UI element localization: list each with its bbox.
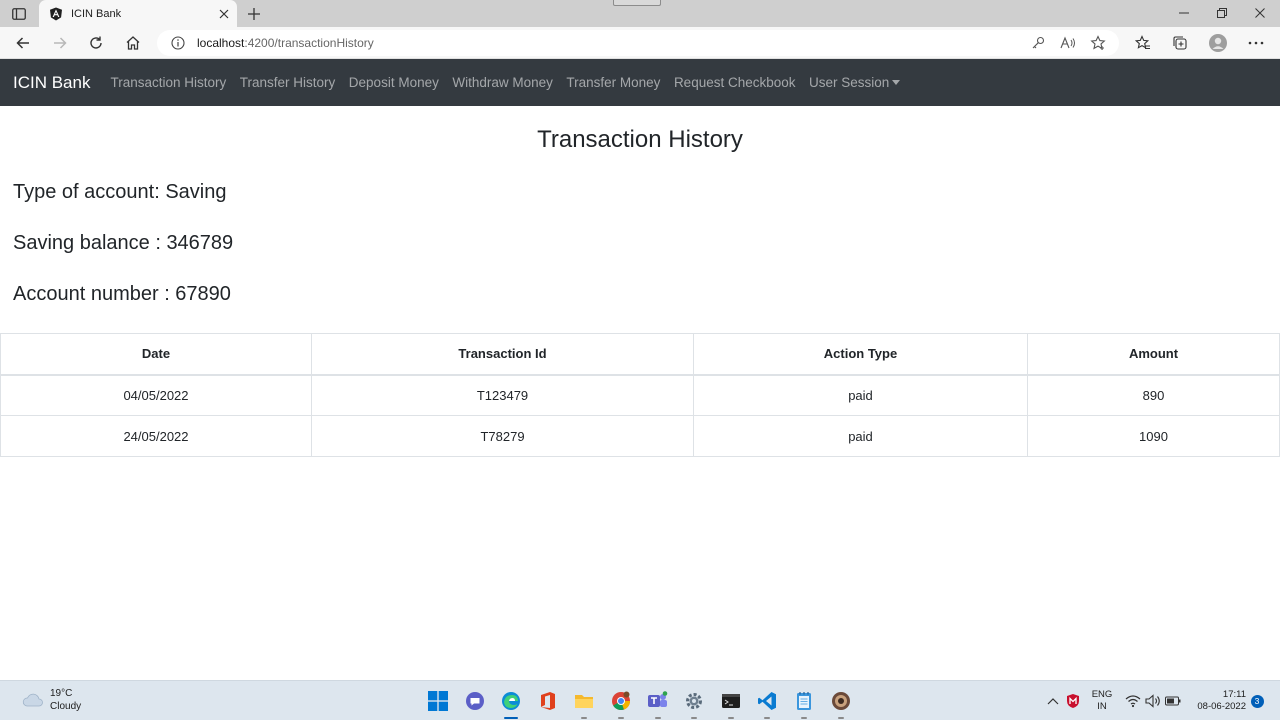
profile-avatar[interactable]: [1208, 33, 1228, 53]
clock[interactable]: 17:11 08-06-2022: [1186, 681, 1246, 720]
notepad-icon[interactable]: [792, 689, 816, 719]
cloud-icon: [22, 693, 43, 707]
chevron-up-icon[interactable]: [1045, 681, 1061, 720]
url-host: localhost: [197, 36, 245, 50]
mcafee-icon[interactable]: [1065, 681, 1081, 720]
window-drag-handle[interactable]: [613, 0, 661, 6]
cell-date: 04/05/2022: [0, 374, 312, 416]
battery-icon[interactable]: [1164, 681, 1182, 720]
account-number: Account number : 67890: [13, 283, 231, 305]
brand-link[interactable]: ICIN Bank: [13, 73, 90, 93]
cell-amount: 890: [1027, 374, 1280, 416]
user-session-label: User Session: [809, 75, 890, 90]
nav-transaction-history[interactable]: Transaction History: [110, 75, 226, 90]
forward-icon[interactable]: [50, 33, 70, 53]
browser-toolbar: localhost:4200/transactionHistory: [0, 27, 1280, 59]
running-indicator: [654, 717, 661, 719]
nav-transfer-money[interactable]: Transfer Money: [566, 75, 660, 90]
caret-down-icon: [892, 80, 901, 85]
nav-deposit-money[interactable]: Deposit Money: [349, 75, 439, 90]
notification-count: 3: [1250, 694, 1264, 708]
address-bar[interactable]: localhost:4200/transactionHistory: [157, 30, 1119, 56]
windows-start-icon[interactable]: [426, 689, 450, 713]
teams-icon[interactable]: [646, 689, 670, 719]
app-icon[interactable]: [829, 689, 853, 719]
url-path: :4200/transactionHistory: [244, 36, 374, 50]
column-header-transaction-id: Transaction Id: [311, 333, 694, 376]
nav-request-checkbook[interactable]: Request Checkbook: [674, 75, 796, 90]
lang-region: IN: [1097, 701, 1107, 712]
settings-icon[interactable]: [682, 689, 706, 719]
nav-withdraw-money[interactable]: Withdraw Money: [452, 75, 553, 90]
vscode-icon[interactable]: [755, 689, 779, 719]
table-row: 04/05/2022 T123479 paid 890: [0, 374, 1280, 416]
office-icon[interactable]: [536, 689, 560, 713]
column-header-date: Date: [0, 333, 312, 376]
close-window-icon[interactable]: [1250, 4, 1270, 22]
active-indicator: [504, 717, 519, 719]
page-title: Transaction History: [537, 126, 743, 153]
table-row: 24/05/2022 T78279 paid 1090: [0, 415, 1280, 457]
read-aloud-icon[interactable]: [1059, 34, 1077, 52]
back-icon[interactable]: [13, 33, 33, 53]
teams-chat-icon[interactable]: [463, 689, 487, 713]
cell-action-type: paid: [693, 374, 1028, 416]
windows-taskbar: 19°C Cloudy ENG IN 17:11 08-06-2022 3: [0, 680, 1280, 720]
table-header-row: Date Transaction Id Action Type Amount: [0, 333, 1280, 376]
close-tab-icon[interactable]: [218, 8, 230, 20]
running-indicator: [691, 717, 698, 719]
cell-date: 24/05/2022: [0, 415, 312, 457]
collections-icon[interactable]: [1170, 33, 1190, 53]
more-options-icon[interactable]: [1246, 33, 1266, 53]
cell-action-type: paid: [693, 415, 1028, 457]
running-indicator: [837, 717, 844, 719]
terminal-icon[interactable]: [719, 689, 743, 719]
cell-transaction-id: T123479: [311, 374, 694, 416]
running-indicator: [800, 717, 807, 719]
lang-code: ENG: [1091, 689, 1113, 700]
volume-icon[interactable]: [1144, 681, 1162, 720]
browser-tab[interactable]: ICIN Bank: [39, 0, 237, 27]
weather-widget[interactable]: 19°C Cloudy: [22, 687, 81, 713]
add-favorite-icon[interactable]: [1089, 34, 1107, 52]
clock-date: 08-06-2022: [1197, 701, 1246, 712]
home-icon[interactable]: [123, 33, 143, 53]
minimize-icon[interactable]: [1174, 4, 1194, 22]
saving-balance: Saving balance : 346789: [13, 232, 234, 254]
file-explorer-icon[interactable]: [572, 689, 596, 719]
chrome-icon[interactable]: [609, 689, 633, 719]
key-icon[interactable]: [1029, 34, 1047, 52]
new-tab-icon[interactable]: [246, 6, 262, 22]
cell-transaction-id: T78279: [311, 415, 694, 457]
angular-favicon-icon: [50, 7, 62, 20]
url-text[interactable]: localhost:4200/transactionHistory: [197, 36, 1029, 50]
weather-condition: Cloudy: [50, 701, 82, 712]
running-indicator: [764, 717, 771, 719]
refresh-icon[interactable]: [86, 33, 106, 53]
account-type: Type of account: Saving: [13, 181, 227, 203]
language-indicator[interactable]: ENG IN: [1088, 681, 1116, 720]
clock-time: 17:11: [1222, 689, 1246, 700]
column-header-action-type: Action Type: [693, 333, 1028, 376]
nav-user-session-dropdown[interactable]: User Session: [809, 75, 901, 90]
taskbar-apps: [426, 689, 865, 719]
tab-actions-icon[interactable]: [8, 5, 30, 23]
cell-amount: 1090: [1027, 415, 1280, 457]
notification-badge[interactable]: 3: [1250, 681, 1264, 720]
column-header-amount: Amount: [1027, 333, 1280, 376]
nav-transfer-history[interactable]: Transfer History: [240, 75, 336, 90]
edge-icon[interactable]: [499, 689, 523, 719]
site-info-icon[interactable]: [171, 36, 185, 50]
running-indicator: [581, 717, 588, 719]
wifi-icon[interactable]: [1124, 681, 1142, 720]
temperature: 19°C: [50, 688, 73, 699]
tab-title: ICIN Bank: [71, 7, 122, 20]
running-indicator: [727, 717, 734, 719]
browser-tabstrip: ICIN Bank: [0, 0, 1280, 27]
app-navbar: ICIN Bank Transaction History Transfer H…: [0, 59, 1280, 106]
running-indicator: [617, 717, 624, 719]
transaction-table: Date Transaction Id Action Type Amount 0…: [0, 333, 1280, 457]
maximize-icon[interactable]: [1212, 4, 1232, 22]
favorites-icon[interactable]: [1133, 33, 1153, 53]
